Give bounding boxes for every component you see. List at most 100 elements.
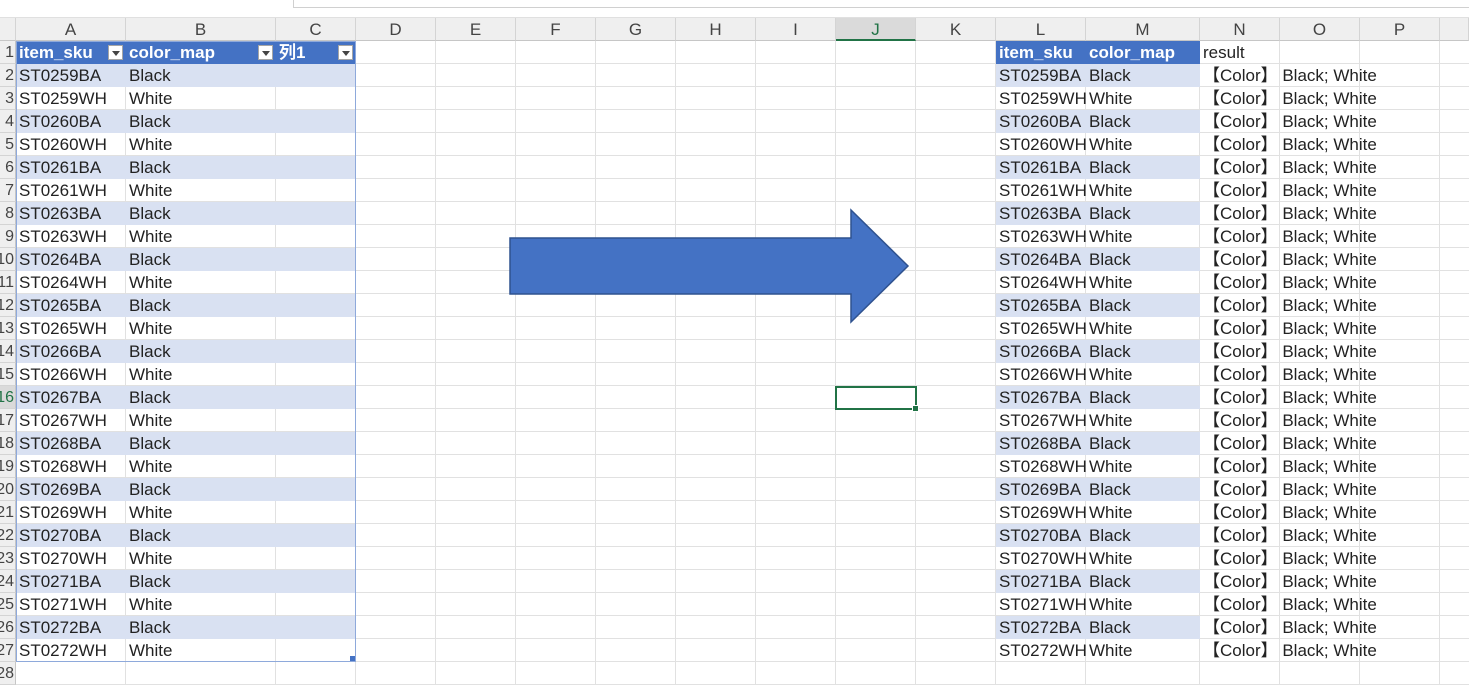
- range-cell[interactable]: White: [1086, 501, 1200, 524]
- range-cell[interactable]: Black: [1086, 294, 1200, 317]
- column-header-f[interactable]: F: [516, 18, 596, 41]
- table-cell[interactable]: [276, 110, 356, 133]
- row-header-28[interactable]: 28: [0, 662, 16, 685]
- range-cell[interactable]: Black: [1086, 616, 1200, 639]
- range-cell[interactable]: ST0260BA: [996, 110, 1086, 133]
- result-cell[interactable]: 【Color】 Black; White: [1200, 409, 1440, 432]
- range-cell[interactable]: ST0270WH: [996, 547, 1086, 570]
- column-header-h[interactable]: H: [676, 18, 756, 41]
- column-header-e[interactable]: E: [436, 18, 516, 41]
- select-all-corner[interactable]: [0, 18, 16, 41]
- column-header-d[interactable]: D: [356, 18, 436, 41]
- row-header-26[interactable]: 26: [0, 616, 16, 639]
- table-cell[interactable]: Black: [126, 156, 276, 179]
- result-cell[interactable]: 【Color】 Black; White: [1200, 248, 1440, 271]
- row-header-25[interactable]: 25: [0, 593, 16, 616]
- result-cell[interactable]: 【Color】 Black; White: [1200, 455, 1440, 478]
- column-header-b[interactable]: B: [126, 18, 276, 41]
- range-cell[interactable]: ST0266WH: [996, 363, 1086, 386]
- range-cell[interactable]: White: [1086, 271, 1200, 294]
- range-cell[interactable]: ST0264BA: [996, 248, 1086, 271]
- range-cell[interactable]: White: [1086, 133, 1200, 156]
- range-cell[interactable]: ST0270BA: [996, 524, 1086, 547]
- result-cell[interactable]: 【Color】 Black; White: [1200, 524, 1440, 547]
- range-cell[interactable]: ST0269BA: [996, 478, 1086, 501]
- range-cell[interactable]: Black: [1086, 156, 1200, 179]
- table-cell[interactable]: ST0259WH: [16, 87, 126, 110]
- table-cell[interactable]: Black: [126, 248, 276, 271]
- column-header-a[interactable]: A: [16, 18, 126, 41]
- range-header-cell[interactable]: item_sku: [996, 41, 1086, 64]
- column-header-i[interactable]: I: [756, 18, 836, 41]
- spreadsheet-grid[interactable]: ABCDEFGHIJKLMNOP 12345678910111213141516…: [0, 0, 1469, 685]
- table-cell[interactable]: [276, 455, 356, 478]
- range-cell[interactable]: Black: [1086, 202, 1200, 225]
- result-cell[interactable]: 【Color】 Black; White: [1200, 294, 1440, 317]
- table-cell[interactable]: ST0269WH: [16, 501, 126, 524]
- formula-bar[interactable]: [293, 0, 1469, 8]
- table-cell[interactable]: ST0259BA: [16, 64, 126, 87]
- column-header-n[interactable]: N: [1200, 18, 1280, 41]
- result-cell[interactable]: 【Color】 Black; White: [1200, 156, 1440, 179]
- range-cell[interactable]: ST0265BA: [996, 294, 1086, 317]
- table-cell[interactable]: [276, 524, 356, 547]
- result-header-cell[interactable]: result: [1200, 41, 1360, 64]
- range-cell[interactable]: White: [1086, 179, 1200, 202]
- range-cell[interactable]: ST0261WH: [996, 179, 1086, 202]
- table-cell[interactable]: Black: [126, 386, 276, 409]
- range-cell[interactable]: Black: [1086, 64, 1200, 87]
- table-cell[interactable]: ST0269BA: [16, 478, 126, 501]
- result-cell[interactable]: 【Color】 Black; White: [1200, 202, 1440, 225]
- range-cell[interactable]: White: [1086, 87, 1200, 110]
- range-cell[interactable]: Black: [1086, 570, 1200, 593]
- result-cell[interactable]: 【Color】 Black; White: [1200, 87, 1440, 110]
- table-cell[interactable]: Black: [126, 340, 276, 363]
- range-cell[interactable]: Black: [1086, 248, 1200, 271]
- result-cell[interactable]: 【Color】 Black; White: [1200, 317, 1440, 340]
- table-cell[interactable]: [276, 570, 356, 593]
- range-cell[interactable]: ST0269WH: [996, 501, 1086, 524]
- table-cell[interactable]: Black: [126, 202, 276, 225]
- row-header-9[interactable]: 9: [0, 225, 16, 248]
- table-cell[interactable]: [276, 294, 356, 317]
- range-cell[interactable]: White: [1086, 455, 1200, 478]
- table-cell[interactable]: [276, 386, 356, 409]
- table-cell[interactable]: [276, 478, 356, 501]
- range-cell[interactable]: ST0271WH: [996, 593, 1086, 616]
- range-header-cell[interactable]: color_map: [1086, 41, 1200, 64]
- row-header-16[interactable]: 16: [0, 386, 16, 409]
- table-cell[interactable]: [276, 225, 356, 248]
- column-header-o[interactable]: O: [1280, 18, 1360, 41]
- result-cell[interactable]: 【Color】 Black; White: [1200, 616, 1440, 639]
- row-header-18[interactable]: 18: [0, 432, 16, 455]
- range-cell[interactable]: White: [1086, 363, 1200, 386]
- table-cell[interactable]: [276, 317, 356, 340]
- table-cell[interactable]: [276, 501, 356, 524]
- table-cell[interactable]: [276, 639, 356, 662]
- row-header-8[interactable]: 8: [0, 202, 16, 225]
- table-cell[interactable]: White: [126, 225, 276, 248]
- table-cell[interactable]: [276, 202, 356, 225]
- range-cell[interactable]: White: [1086, 639, 1200, 662]
- row-header-12[interactable]: 12: [0, 294, 16, 317]
- table-cell[interactable]: ST0261BA: [16, 156, 126, 179]
- table-cell[interactable]: Black: [126, 616, 276, 639]
- range-cell[interactable]: White: [1086, 225, 1200, 248]
- row-header-10[interactable]: 10: [0, 248, 16, 271]
- table-cell[interactable]: ST0261WH: [16, 179, 126, 202]
- table-cell[interactable]: ST0270WH: [16, 547, 126, 570]
- range-cell[interactable]: ST0260WH: [996, 133, 1086, 156]
- range-cell[interactable]: ST0272WH: [996, 639, 1086, 662]
- result-cell[interactable]: 【Color】 Black; White: [1200, 363, 1440, 386]
- table-cell[interactable]: White: [126, 593, 276, 616]
- table-cell[interactable]: ST0271BA: [16, 570, 126, 593]
- row-header-19[interactable]: 19: [0, 455, 16, 478]
- table-cell[interactable]: [276, 409, 356, 432]
- range-cell[interactable]: ST0272BA: [996, 616, 1086, 639]
- table-cell[interactable]: ST0260WH: [16, 133, 126, 156]
- table-cell[interactable]: Black: [126, 294, 276, 317]
- table-cell[interactable]: White: [126, 179, 276, 202]
- column-header-j[interactable]: J: [836, 18, 916, 41]
- column-header-p[interactable]: P: [1360, 18, 1440, 41]
- row-header-15[interactable]: 15: [0, 363, 16, 386]
